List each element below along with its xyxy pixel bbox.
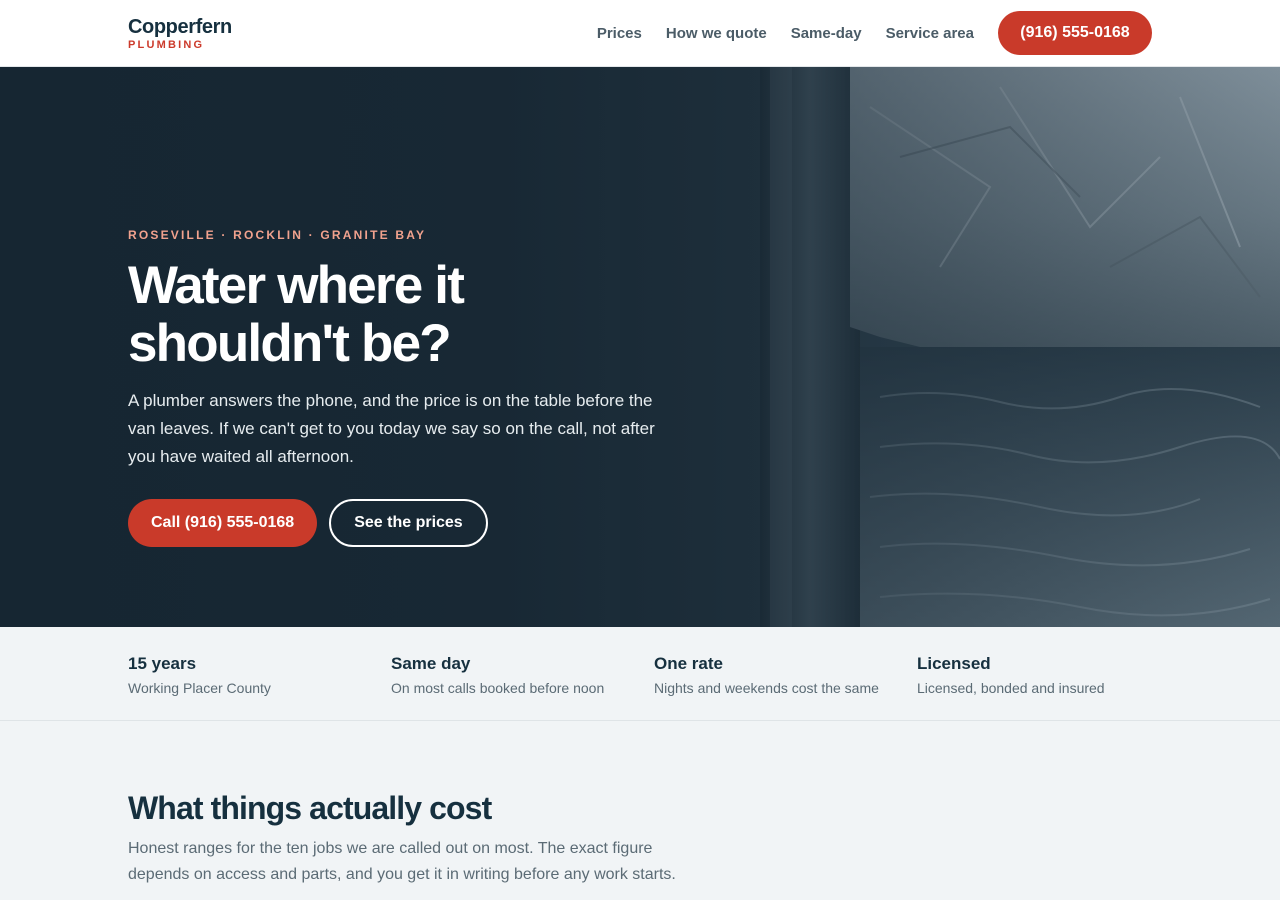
nav-link-same-day[interactable]: Same-day [791, 24, 862, 44]
stat-title: 15 years [128, 654, 197, 673]
stat-subtitle: Working Placer County [128, 680, 271, 696]
stat-years: 15 years Working Placer County [128, 654, 271, 697]
site-header: Copperfern PLUMBING Prices How we quote … [0, 0, 1280, 67]
logo-subtitle: PLUMBING [128, 39, 205, 51]
prices-lead: Honest ranges for the ten jobs we are ca… [128, 840, 676, 883]
stat-title: Licensed [917, 654, 991, 673]
stat-same-day: Same day On most calls booked before noo… [391, 654, 604, 697]
nav-link-prices[interactable]: Prices [597, 24, 642, 44]
stat-subtitle: Nights and weekends cost the same [654, 680, 879, 696]
logo-name: Copperfern [128, 16, 232, 38]
hero-kicker: ROSEVILLE · ROCKLIN · GRANITE BAY [128, 228, 427, 242]
stat-licensed: Licensed Licensed, bonded and insured [917, 654, 1105, 697]
see-prices-button[interactable]: See the prices [329, 499, 488, 547]
main-nav: Prices How we quote Same-day Service are… [597, 24, 974, 44]
nav-link-how-we-quote[interactable]: How we quote [666, 24, 767, 44]
prices-section: What things actually cost Honest ranges … [0, 721, 1280, 900]
stat-one-rate: One rate Nights and weekends cost the sa… [654, 654, 879, 697]
hero: ROSEVILLE · ROCKLIN · GRANITE BAY Water … [0, 67, 1280, 627]
call-button[interactable]: Call (916) 555-0168 [128, 499, 318, 547]
hero-lead: A plumber answers the phone, and the pri… [128, 391, 655, 466]
logo[interactable]: Copperfern PLUMBING [128, 16, 232, 52]
stat-title: One rate [654, 654, 723, 673]
header-phone-button[interactable]: (916) 555-0168 [998, 11, 1152, 55]
stats-strip: 15 years Working Placer County Same day … [0, 627, 1280, 721]
nav-link-service-area[interactable]: Service area [886, 24, 974, 44]
stat-subtitle: On most calls booked before noon [391, 680, 605, 696]
hero-actions: Call (916) 555-0168 See the prices [128, 499, 488, 547]
stat-title: Same day [391, 654, 471, 673]
hero-title: Water where it shouldn't be? [128, 256, 465, 373]
prices-title: What things actually cost [128, 790, 492, 826]
stat-subtitle: Licensed, bonded and insured [917, 680, 1105, 696]
